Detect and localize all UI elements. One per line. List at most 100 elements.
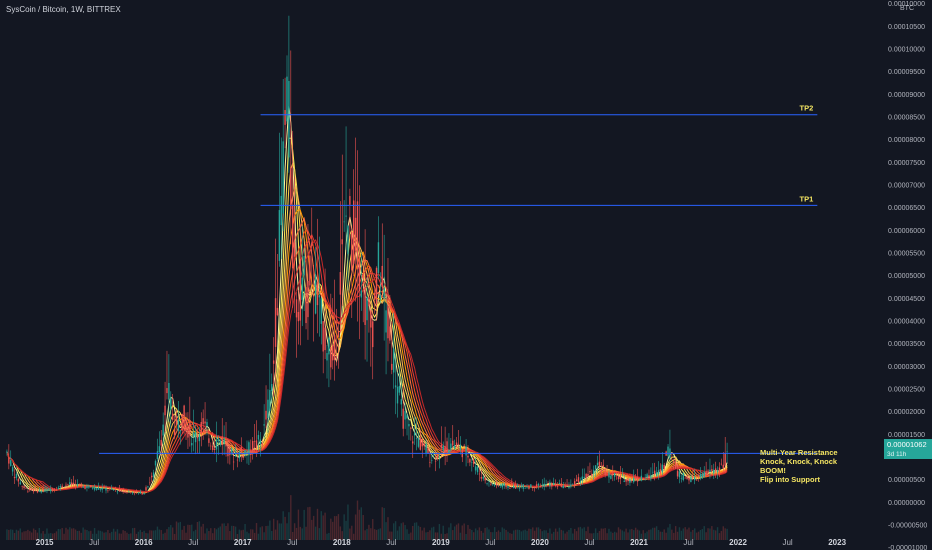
volume-bar	[655, 526, 658, 540]
candle-body	[541, 484, 543, 486]
volume-bar	[272, 518, 275, 540]
candle-body	[341, 239, 343, 245]
volume-bar	[558, 527, 561, 540]
candle-body	[46, 489, 48, 492]
x-tick-label: 2018	[333, 538, 351, 547]
candle-body	[160, 439, 162, 446]
volume-bar	[78, 530, 81, 540]
volume-bar	[581, 528, 584, 540]
y-tick-label: -0.00000500	[888, 523, 927, 530]
candle-body	[234, 455, 237, 457]
volume-bar	[354, 514, 357, 540]
volume-bar	[705, 532, 707, 540]
candle-body	[465, 446, 467, 456]
volume-bar	[109, 533, 111, 540]
candle-body	[21, 485, 23, 487]
volume-bar	[505, 529, 507, 540]
candle-body	[591, 473, 593, 476]
candle-body	[120, 489, 122, 492]
candle-body	[78, 483, 81, 485]
volume-bar	[709, 528, 711, 540]
volume-bar	[175, 521, 178, 540]
volume-bar	[726, 528, 728, 540]
volume-bar	[231, 525, 233, 540]
candle-body	[246, 452, 248, 453]
candle-body	[152, 472, 155, 477]
volume-bar	[322, 515, 324, 540]
chart-svg[interactable]: TP2TP1 0.000100000.000105000.000100000.0…	[0, 0, 932, 550]
candle-body	[726, 451, 728, 453]
candle-body	[71, 482, 73, 486]
volume-bar	[198, 521, 201, 540]
candle-body	[646, 474, 648, 478]
candle-body	[131, 492, 134, 494]
volume-bar	[204, 533, 206, 540]
candle-body	[312, 295, 315, 297]
candle-body	[10, 460, 12, 466]
y-tick-label: 0.00007000	[888, 182, 925, 189]
candle-body	[143, 493, 145, 494]
volume-bar	[19, 528, 21, 540]
volume-bar	[32, 528, 35, 540]
candle-body	[469, 459, 471, 463]
candle-body	[377, 242, 380, 273]
volume-bar	[29, 531, 31, 540]
candle-body	[99, 489, 101, 490]
volume-bar	[118, 533, 121, 540]
candle-body	[507, 486, 509, 488]
y-tick-label: 0.00003000	[888, 364, 925, 371]
candle-body	[97, 487, 100, 490]
candle-body	[333, 335, 336, 360]
candle-body	[707, 470, 709, 473]
volume-bar	[170, 525, 172, 540]
candle-body	[619, 475, 622, 479]
price-badge[interactable]: 0.00001062 3d 11h	[884, 439, 932, 459]
candle-body	[375, 267, 378, 304]
candle-body	[722, 464, 724, 469]
candle-body	[282, 141, 284, 214]
candle-body	[522, 484, 524, 489]
candle-body	[674, 462, 677, 469]
candle-body	[219, 440, 222, 445]
candle-body	[408, 423, 410, 427]
y-tick-label: 0.00000000	[888, 500, 925, 507]
volume-bar	[10, 529, 12, 540]
candle-body	[109, 488, 111, 489]
candle-body	[455, 442, 458, 448]
candle-body	[303, 256, 305, 276]
y-tick-label: 0.00008000	[888, 137, 925, 144]
candle-body	[364, 287, 366, 325]
volume-bar	[562, 530, 564, 540]
candle-body	[194, 432, 197, 443]
candle-body	[370, 310, 372, 328]
candle-body	[274, 298, 277, 347]
candle-body	[413, 432, 416, 436]
volume-bar	[598, 530, 601, 540]
candle-body	[394, 385, 397, 388]
x-tick-label: 2016	[135, 538, 153, 547]
volume-bar	[602, 528, 604, 540]
candle-body	[170, 397, 172, 410]
candle-body	[55, 489, 58, 491]
x-tick-label: Jul	[89, 538, 99, 547]
volume-bar	[309, 506, 311, 540]
volume-bar	[265, 525, 267, 540]
candle-body	[349, 196, 351, 205]
candle-body	[438, 457, 441, 459]
annotation-line-3: BOOM!	[760, 466, 786, 475]
candle-body	[44, 489, 46, 492]
candle-body	[714, 468, 717, 472]
volume-bar	[404, 525, 406, 540]
volume-bar	[556, 531, 559, 540]
volume-bar	[72, 528, 75, 540]
volume-bar	[274, 529, 277, 540]
volume-bar	[509, 533, 511, 540]
volume-bar	[467, 524, 469, 540]
volume-bar	[223, 523, 225, 540]
y-tick-label: 0.00005500	[888, 251, 925, 258]
candle-body	[716, 470, 719, 472]
volume-bar	[501, 527, 503, 540]
candle-body	[457, 443, 460, 445]
volume-bar	[701, 529, 704, 540]
volume-bar	[301, 528, 303, 540]
